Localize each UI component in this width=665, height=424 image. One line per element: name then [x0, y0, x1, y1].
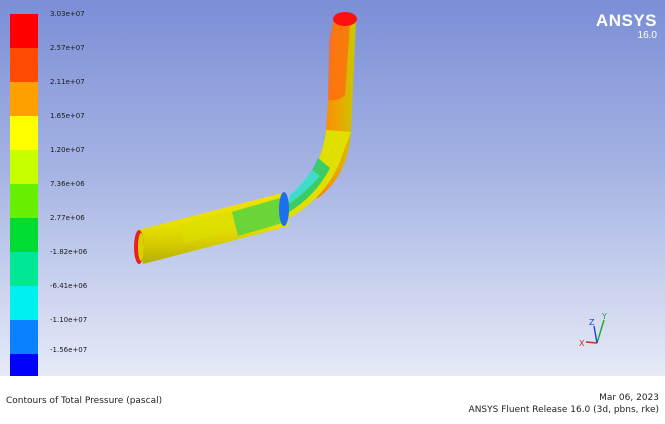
brand-name: ANSYS [595, 11, 657, 30]
plot-date: Mar 06, 2023 [599, 393, 659, 403]
pipe-joint-ring [279, 192, 289, 226]
pipe-outlet-cap [333, 12, 357, 26]
pipe-contour-scene[interactable]: Y X Z [0, 0, 665, 376]
status-footer: Contours of Total Pressure (pascal) Mar … [0, 376, 665, 424]
axis-triad: Y X Z [579, 312, 607, 348]
axis-y-label: Y [601, 312, 607, 321]
graphics-viewport[interactable]: 3.03e+07 2.57e+07 2.11e+07 1.65e+07 1.20e+07… [0, 0, 665, 388]
pipe-inlet-face [138, 233, 144, 261]
release-info: Mar 06, 2023 ANSYS Fluent Release 16.0 (… [469, 392, 659, 416]
plot-title: Contours of Total Pressure (pascal) [6, 396, 163, 406]
axis-x-label: X [579, 339, 585, 348]
release-label: ANSYS Fluent Release 16.0 (3d, pbns, rke… [468, 405, 659, 415]
axis-z-label: Z [589, 318, 595, 327]
ansys-brand: ANSYS 16.0 [595, 11, 657, 42]
brand-version: 16.0 [637, 30, 657, 41]
